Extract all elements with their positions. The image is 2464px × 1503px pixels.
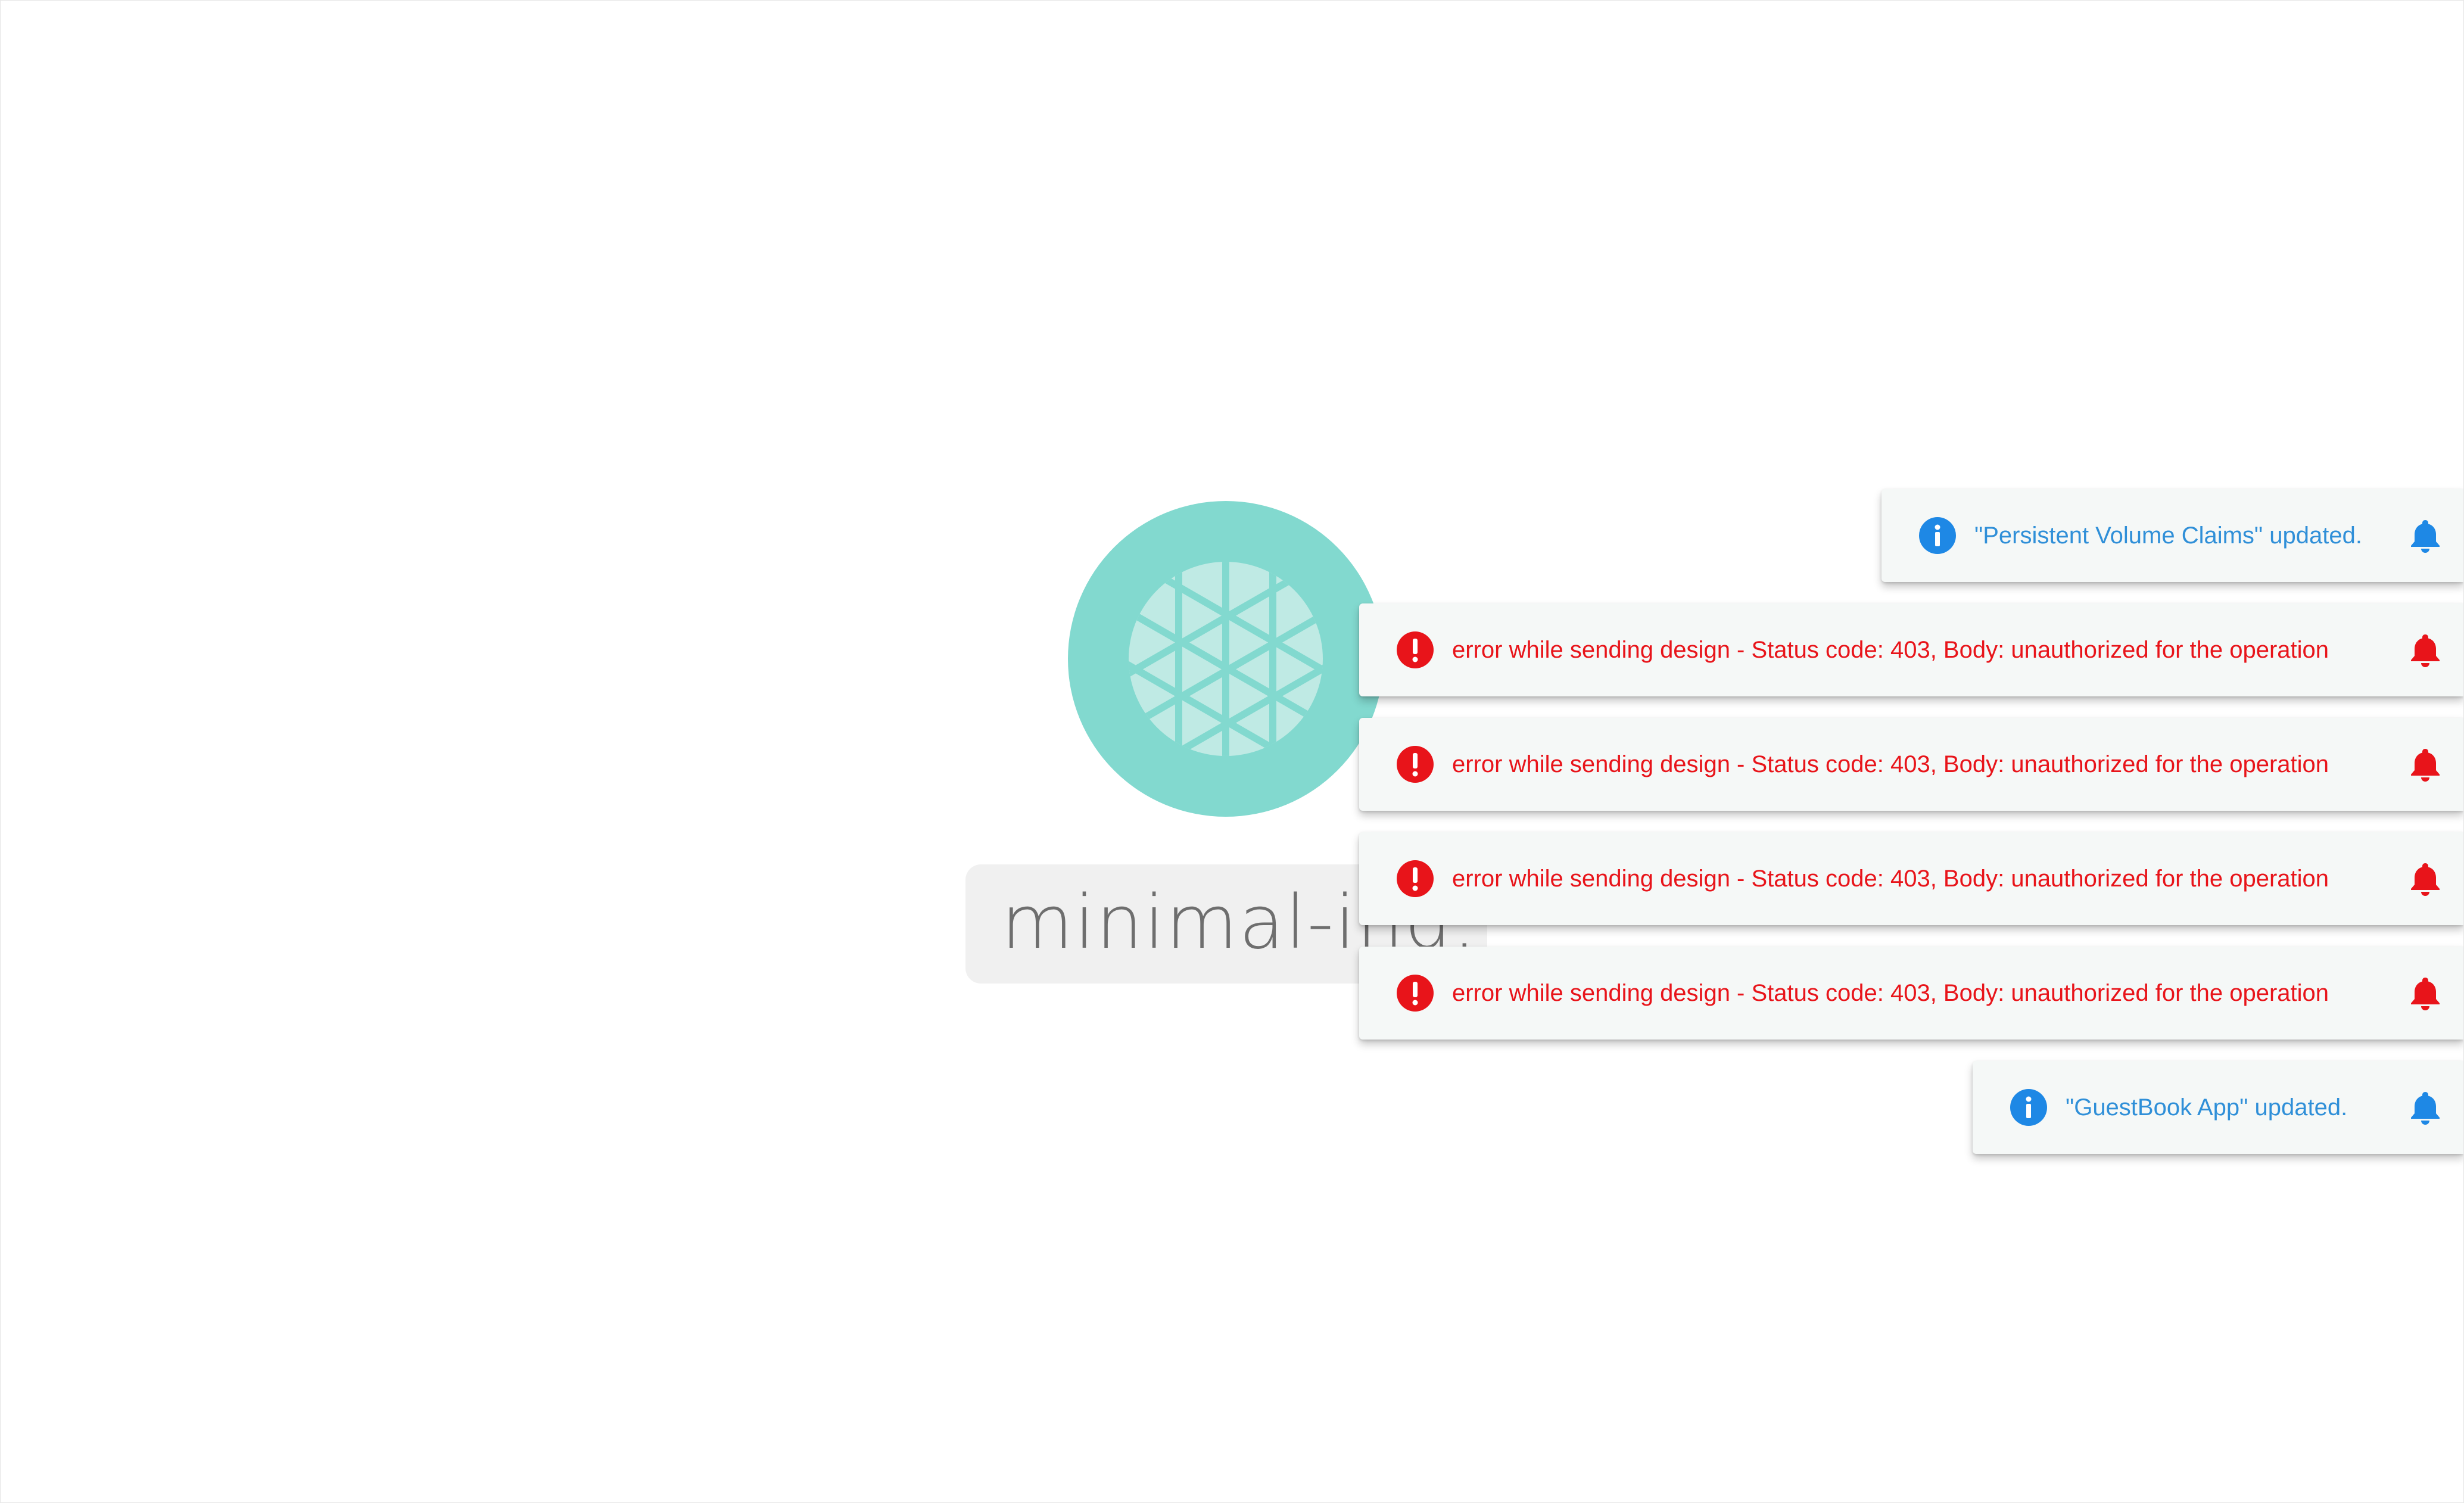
bell-icon[interactable] (2407, 746, 2443, 782)
notification-toast[interactable]: error while sending design - Status code… (1359, 718, 2463, 811)
bell-icon[interactable] (2407, 975, 2443, 1011)
error-icon (1396, 974, 1434, 1012)
canvas[interactable]: minimal-ind... "Persistent Volume Claims… (0, 0, 2464, 1503)
notification-message: error while sending design - Status code… (1452, 751, 2329, 777)
notification-message: error while sending design - Status code… (1452, 865, 2329, 892)
notification-message: "GuestBook App" updated. (2066, 1094, 2348, 1121)
notification-toast[interactable]: "GuestBook App" updated. (1973, 1061, 2463, 1154)
notification-message: error while sending design - Status code… (1452, 979, 2329, 1006)
info-icon (2010, 1088, 2048, 1127)
bell-icon[interactable] (2407, 861, 2443, 897)
notification-toast[interactable]: error while sending design - Status code… (1359, 832, 2463, 925)
notification-toast[interactable]: error while sending design - Status code… (1359, 947, 2463, 1040)
error-icon (1396, 631, 1434, 669)
design-node[interactable] (1068, 501, 1384, 817)
error-icon (1396, 860, 1434, 898)
bell-icon[interactable] (2407, 632, 2443, 668)
notification-message: "Persistent Volume Claims" updated. (1974, 522, 2362, 549)
bell-icon[interactable] (2407, 518, 2443, 553)
notification-message: error while sending design - Status code… (1452, 636, 2329, 663)
info-icon (1918, 516, 1957, 555)
notification-toast[interactable]: error while sending design - Status code… (1359, 603, 2463, 696)
notification-toast[interactable]: "Persistent Volume Claims" updated. (1882, 489, 2463, 582)
error-icon (1396, 745, 1434, 783)
design-pattern-icon (1129, 562, 1323, 756)
bell-icon[interactable] (2407, 1090, 2443, 1125)
